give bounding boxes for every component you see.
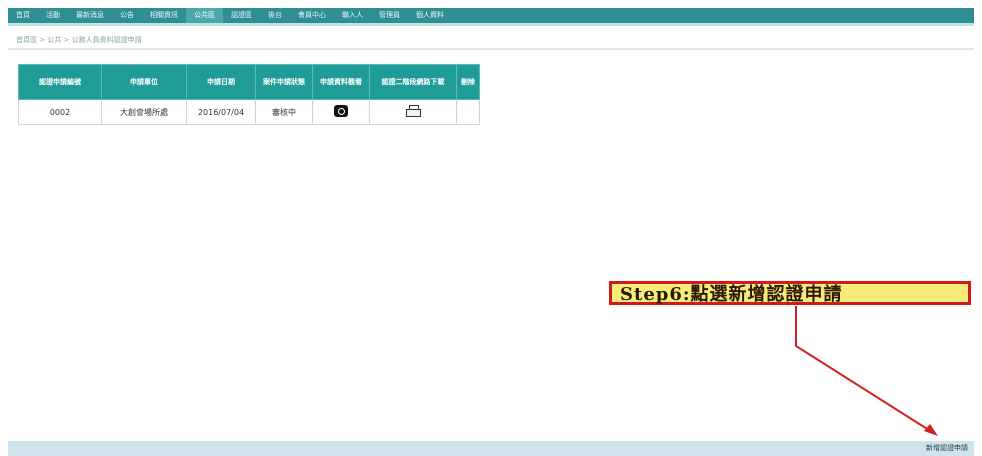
nav-item-certification[interactable]: 認證區 [223,8,260,23]
printer-icon[interactable] [405,105,421,117]
col-header-view: 申請資料觀看 [312,64,370,100]
col-header-status: 案件申請狀態 [255,64,313,100]
nav-item-info[interactable]: 相關資訊 [142,8,186,23]
breadcrumb[interactable]: 首頁區 > 公共 > 公務人員資料認證申請 [16,35,142,45]
nav-item-news[interactable]: 最新消息 [68,8,112,23]
nav-item-announcements[interactable]: 公告 [112,8,142,23]
cell-delete[interactable] [456,99,480,125]
cell-id: 0002 [18,99,102,125]
nav-item-member[interactable]: 會員中心 [290,8,334,23]
cell-status: 審核中 [255,99,313,125]
table-row: 0002 大創會場所處 2016/07/04 審核中 [18,99,480,125]
cell-date: 2016/07/04 [186,99,256,125]
printer-body [406,109,421,117]
top-navigation: 首頁 活動 最新消息 公告 相關資訊 公共區 認證區 後台 會員中心 聯入人 管… [8,8,974,23]
nav-underline [8,23,974,26]
add-certification-button[interactable]: 新增認證申請 [926,443,968,453]
nav-item-backend[interactable]: 後台 [260,8,290,23]
col-header-id: 認證申請編號 [18,64,102,100]
nav-item-public[interactable]: 公共區 [186,8,223,23]
nav-item-contacts[interactable]: 聯入人 [334,8,371,23]
nav-item-activities[interactable]: 活動 [38,8,68,23]
table-header-row: 認證申請編號 申請單位 申請日期 案件申請狀態 申請資料觀看 認證二階段網路下載… [18,64,480,100]
col-header-date: 申請日期 [186,64,256,100]
col-header-delete: 刪除 [456,64,480,100]
nav-item-admin[interactable]: 管理員 [371,8,408,23]
step-annotation-text: Step6:點選新增認證申請 [620,284,843,305]
cell-unit: 大創會場所處 [101,99,187,125]
nav-item-profile[interactable]: 個人資料 [408,8,452,23]
bottom-action-bar: 新增認證申請 [8,441,974,456]
app-frame: 首頁 活動 最新消息 公告 相關資訊 公共區 認證區 後台 會員中心 聯入人 管… [8,8,974,456]
step-annotation-callout: Step6:點選新增認證申請 [609,281,971,305]
breadcrumb-divider [8,48,974,50]
col-header-download: 認證二階段網路下載 [369,64,457,100]
certification-table: 認證申請編號 申請單位 申請日期 案件申請狀態 申請資料觀看 認證二階段網路下載… [18,64,480,125]
view-icon[interactable] [334,105,348,117]
cell-download [369,99,457,125]
nav-item-home[interactable]: 首頁 [8,8,38,23]
cell-view [312,99,370,125]
col-header-unit: 申請單位 [101,64,187,100]
